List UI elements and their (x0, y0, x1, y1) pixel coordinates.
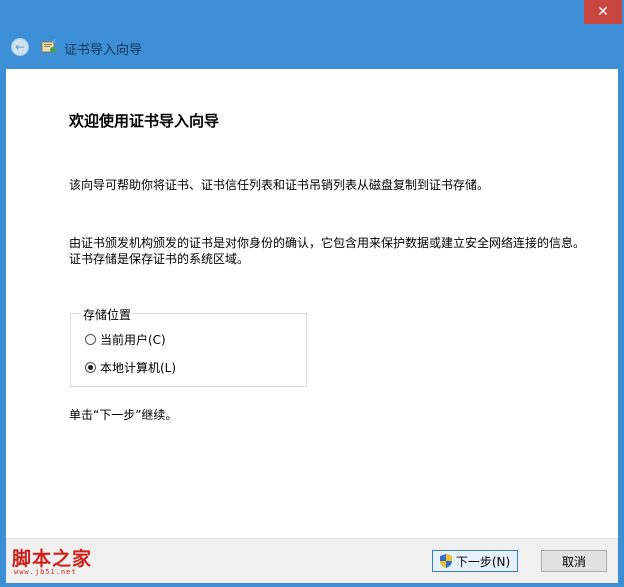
description-text: 该向导可帮助你将证书、证书信任列表和证书吊销列表从磁盘复制到证书存储。 (69, 178, 490, 192)
watermark-logo: 脚本之家 (12, 549, 93, 570)
radio-label: 本地计算机(L) (100, 361, 177, 375)
radio-button[interactable] (85, 362, 96, 373)
store-location-legend: 存储位置 (81, 306, 134, 323)
wizard-footer: 脚本之家 www.jb51.net 下一步(N) 取消 (6, 538, 618, 583)
wizard-nav-bar: ← 证书导入向导 (0, 28, 624, 66)
continue-hint: 单击“下一步”继续。 (69, 408, 178, 422)
store-location-group: 存储位置 当前用户(C) 本地计算机(L) (70, 306, 307, 387)
radio-label: 当前用户(C) (100, 333, 166, 347)
close-icon: ✕ (597, 4, 609, 20)
next-button-label: 下一步(N) (455, 554, 511, 569)
next-button[interactable]: 下一步(N) (432, 550, 518, 572)
window-title: 证书导入向导 (64, 42, 143, 57)
arrow-left-icon: ← (14, 40, 26, 54)
uac-shield-icon (439, 554, 452, 568)
radio-button[interactable] (85, 334, 96, 345)
page-title: 欢迎使用证书导入向导 (69, 112, 220, 130)
cancel-button-label: 取消 (561, 554, 586, 569)
radio-current-user[interactable]: 当前用户(C) (85, 331, 166, 348)
radio-local-machine[interactable]: 本地计算机(L) (85, 359, 176, 376)
certificate-info-text: 由证书颁发机构颁发的证书是对你身份的确认，它包含用来保护数据或建立安全网络连接的… (69, 236, 586, 266)
back-button[interactable]: ← (11, 38, 29, 56)
cancel-button[interactable]: 取消 (541, 550, 607, 572)
certificate-icon (41, 39, 56, 53)
wizard-content: 欢迎使用证书导入向导 该向导可帮助你将证书、证书信任列表和证书吊销列表从磁盘复制… (6, 69, 618, 538)
close-button[interactable]: ✕ (584, 0, 622, 24)
watermark-url: www.jb51.net (14, 568, 77, 576)
